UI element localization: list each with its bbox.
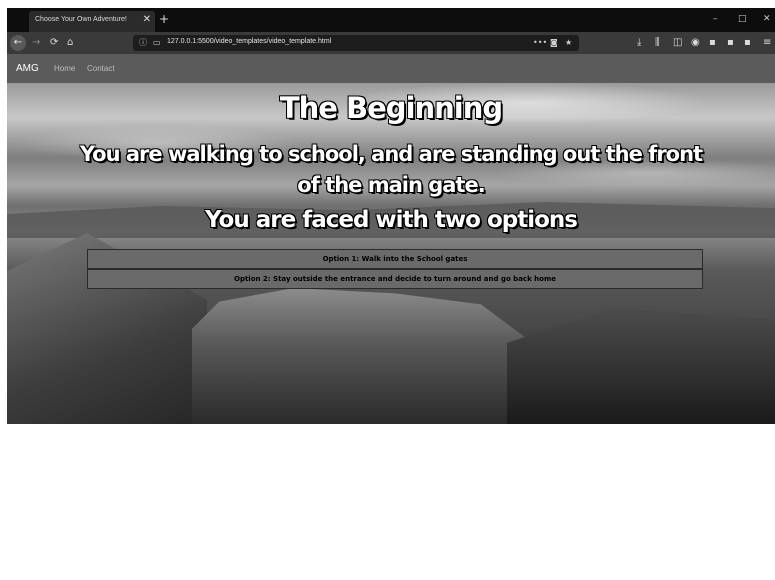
extension-icon[interactable]: ▪ xyxy=(709,36,716,50)
url-bar[interactable]: ⓘ ▭ 127.0.0.1:5500/video_templates/video… xyxy=(133,35,579,51)
browser-toolbar: ← → ⟳ ⌂ ⓘ ▭ 127.0.0.1:5500/video_templat… xyxy=(7,32,775,54)
canyon-center-mesa xyxy=(192,288,532,424)
pocket-icon[interactable]: ◙ xyxy=(550,37,558,49)
canyon-right-cliff xyxy=(507,308,775,424)
browser-window: Choose Your Own Adventure! ✕ + – □ ✕ ← →… xyxy=(7,8,775,424)
tab-strip: Choose Your Own Adventure! ✕ + – □ ✕ xyxy=(7,8,775,32)
brand-logo[interactable]: AMG xyxy=(16,63,39,74)
hero-background: The Beginning You are walking to school,… xyxy=(7,83,775,424)
story-title: The Beginning xyxy=(279,91,503,125)
minimize-button[interactable]: – xyxy=(713,13,718,25)
options-prompt: You are faced with two options xyxy=(205,207,578,233)
close-window-button[interactable]: ✕ xyxy=(763,13,771,25)
tab-title: Choose Your Own Adventure! xyxy=(35,16,127,23)
extension-icon-2[interactable]: ▪ xyxy=(727,36,734,50)
new-tab-button[interactable]: + xyxy=(159,12,169,26)
sidebar-icon[interactable]: ◫ xyxy=(673,36,682,50)
bookmark-star-icon[interactable]: ★ xyxy=(565,37,572,49)
nav-link-contact[interactable]: Contact xyxy=(87,64,115,73)
maximize-button[interactable]: □ xyxy=(738,13,747,25)
option-1-button[interactable]: Option 1: Walk into the School gates xyxy=(87,249,703,269)
tab-close-icon[interactable]: ✕ xyxy=(143,13,151,27)
home-button[interactable]: ⌂ xyxy=(67,36,73,50)
page-actions-icon[interactable]: ••• xyxy=(533,37,547,49)
page-icon: ▭ xyxy=(153,38,161,47)
nav-link-home[interactable]: Home xyxy=(54,64,75,73)
account-icon[interactable]: ◉ xyxy=(691,36,700,50)
option-2-button[interactable]: Option 2: Stay outside the entrance and … xyxy=(87,269,703,289)
library-icon[interactable]: ⫼ xyxy=(655,36,660,50)
extension-icon-3[interactable]: ▪ xyxy=(744,36,751,50)
downloads-icon[interactable]: ⤓ xyxy=(637,36,641,50)
story-text: You are walking to school, and are stand… xyxy=(79,142,703,197)
back-button[interactable]: ← xyxy=(10,35,26,51)
browser-tab[interactable]: Choose Your Own Adventure! ✕ xyxy=(29,11,155,32)
site-navbar: AMG Home Contact xyxy=(7,54,775,83)
site-info-icon[interactable]: ⓘ xyxy=(139,37,147,49)
url-text[interactable]: 127.0.0.1:5500/video_templates/video_tem… xyxy=(167,38,331,45)
menu-icon[interactable]: ≡ xyxy=(763,36,771,50)
forward-button[interactable]: → xyxy=(32,36,40,50)
reload-button[interactable]: ⟳ xyxy=(50,36,58,50)
